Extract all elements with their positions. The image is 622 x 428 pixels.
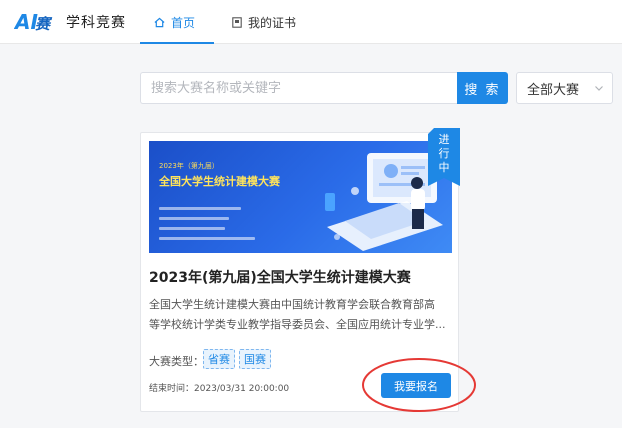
competition-description: 全国大学生统计建模大赛由中国统计教育学会联合教育部高 等学校统计学类专业教学指导… — [149, 295, 452, 335]
nav-home-label: 首页 — [171, 15, 196, 30]
status-badge-text: 进 行 中 — [428, 133, 460, 175]
top-navigation-bar: AI 赛 学科竞赛 首页 我的证书 — [0, 0, 622, 44]
annotation-circle — [362, 358, 476, 412]
home-icon — [154, 17, 165, 27]
search-button[interactable]: 搜 索 — [457, 72, 508, 104]
search-input[interactable] — [140, 72, 457, 104]
competition-filter-select[interactable]: 全部大赛 — [516, 72, 613, 104]
nav-certificates-label: 我的证书 — [248, 15, 297, 30]
competition-banner-image: 2023年（第九届） 全国大学生统计建模大赛 — [149, 141, 452, 253]
competition-type-label: 大赛类型： — [149, 355, 204, 368]
competition-title[interactable]: 2023年(第九届)全国大学生统计建模大赛 — [149, 267, 411, 287]
svg-text:赛: 赛 — [35, 15, 53, 33]
chevron-down-icon — [595, 86, 603, 91]
status-badge-char: 中 — [438, 161, 450, 174]
tag-national: 国赛 — [239, 349, 271, 369]
nav-my-certificates[interactable]: 我的证书 — [232, 0, 296, 44]
brand-name: 学科竞赛 — [66, 15, 126, 31]
banner-illustration — [325, 153, 443, 251]
end-time: 结束时间：2023/03/31 20:00:00 — [149, 384, 290, 394]
status-badge-char: 行 — [438, 147, 450, 160]
tag-provincial: 省赛 — [203, 349, 235, 369]
competition-description-line: 等学校统计学类专业教学指导委员会、全国应用统计专业学... — [149, 318, 446, 331]
status-badge-char: 进 — [438, 133, 450, 146]
ai-logo[interactable]: AI 赛 — [14, 6, 54, 36]
certificate-icon — [232, 16, 242, 28]
competition-description-line: 全国大学生统计建模大赛由中国统计教育学会联合教育部高 — [149, 298, 435, 311]
nav-home[interactable]: 首页 — [154, 0, 195, 44]
active-tab-indicator — [140, 42, 214, 44]
filter-selected-value: 全部大赛 — [527, 82, 580, 98]
